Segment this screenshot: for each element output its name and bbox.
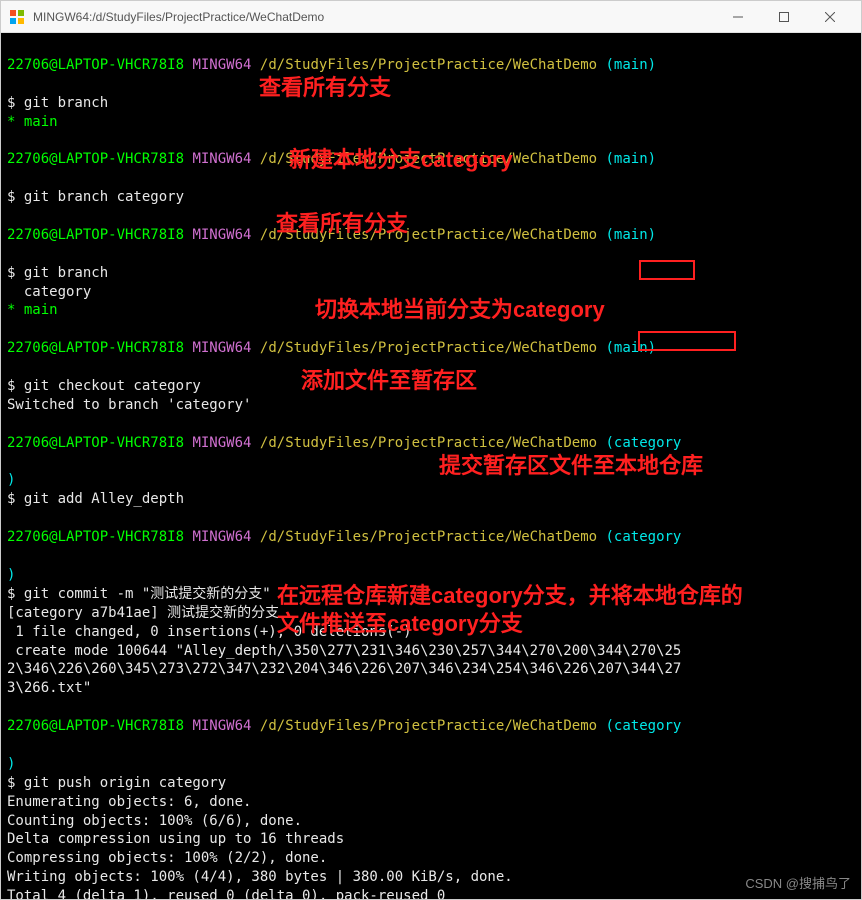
output: category: [7, 284, 91, 300]
output: ): [7, 756, 15, 772]
output: [category a7b41ae] 测试提交新的分支: [7, 605, 279, 621]
output: 3\266.txt": [7, 680, 91, 696]
terminal-window: MINGW64:/d/StudyFiles/ProjectPractice/We…: [0, 0, 862, 900]
cmd-git-commit: $ git commit -m "测试提交新的分支": [7, 586, 271, 602]
output: Enumerating objects: 6, done.: [7, 794, 251, 810]
output: Counting objects: 100% (6/6), done.: [7, 813, 302, 829]
cmd-git-add: $ git add Alley_depth: [7, 491, 184, 507]
close-button[interactable]: [807, 1, 853, 33]
output: Writing objects: 100% (4/4), 380 bytes |…: [7, 869, 513, 885]
annotation: 提交暂存区文件至本地仓库: [439, 451, 703, 481]
highlight-box: [639, 260, 695, 280]
minimize-button[interactable]: [715, 1, 761, 33]
prompt-branch: (main): [606, 151, 657, 167]
prompt-path: /d/StudyFiles/ProjectPractice/WeChatDemo: [260, 718, 597, 734]
output: * main: [7, 114, 58, 130]
prompt-env: MINGW64: [192, 57, 251, 73]
titlebar: MINGW64:/d/StudyFiles/ProjectPractice/We…: [1, 1, 861, 33]
prompt-user: 22706@LAPTOP-VHCR78I8: [7, 435, 184, 451]
annotation: 在远程仓库新建category分支，并将本地仓库的: [277, 581, 743, 611]
output: Delta compression using up to 16 threads: [7, 831, 344, 847]
prompt-user: 22706@LAPTOP-VHCR78I8: [7, 151, 184, 167]
cmd-git-branch: $ git branch: [7, 95, 108, 111]
output: ): [7, 472, 15, 488]
prompt-user: 22706@LAPTOP-VHCR78I8: [7, 227, 184, 243]
output: Total 4 (delta 1), reused 0 (delta 0), p…: [7, 888, 445, 899]
maximize-button[interactable]: [761, 1, 807, 33]
cmd-git-checkout: $ git checkout category: [7, 378, 201, 394]
prompt-user: 22706@LAPTOP-VHCR78I8: [7, 57, 184, 73]
prompt-env: MINGW64: [192, 340, 251, 356]
prompt-env: MINGW64: [192, 718, 251, 734]
output: Switched to branch 'category': [7, 397, 251, 413]
cmd-git-branch: $ git branch: [7, 265, 108, 281]
output: 1 file changed, 0 insertions(+), 0 delet…: [7, 624, 412, 640]
prompt-path: /d/StudyFiles/ProjectPractice/WeChatDemo: [260, 151, 597, 167]
prompt-path: /d/StudyFiles/ProjectPractice/WeChatDemo: [260, 227, 597, 243]
annotation: 查看所有分支: [259, 73, 391, 103]
app-icon: [9, 9, 25, 25]
prompt-path: /d/StudyFiles/ProjectPractice/WeChatDemo: [260, 435, 597, 451]
cmd-git-push: $ git push origin category: [7, 775, 226, 791]
prompt-env: MINGW64: [192, 151, 251, 167]
output: 2\346\226\260\345\273\272\347\232\204\34…: [7, 661, 681, 677]
prompt-user: 22706@LAPTOP-VHCR78I8: [7, 340, 184, 356]
prompt-branch: (category: [606, 435, 682, 451]
output: * main: [7, 302, 58, 318]
output: ): [7, 567, 15, 583]
window-controls: [715, 1, 853, 33]
cmd-git-branch-category: $ git branch category: [7, 189, 184, 205]
prompt-path: /d/StudyFiles/ProjectPractice/WeChatDemo: [260, 529, 597, 545]
window-title: MINGW64:/d/StudyFiles/ProjectPractice/We…: [33, 10, 715, 24]
watermark: CSDN @搜捕鸟了: [745, 875, 851, 893]
prompt-env: MINGW64: [192, 435, 251, 451]
prompt-branch: (main): [606, 227, 657, 243]
prompt-path: /d/StudyFiles/ProjectPractice/WeChatDemo: [260, 340, 597, 356]
output: create mode 100644 "Alley_depth/\350\277…: [7, 643, 681, 659]
output: Compressing objects: 100% (2/2), done.: [7, 850, 327, 866]
prompt-branch: (category: [606, 718, 682, 734]
prompt-path: /d/StudyFiles/ProjectPractice/WeChatDemo: [260, 57, 597, 73]
prompt-branch: (main): [606, 340, 657, 356]
prompt-branch: (category: [606, 529, 682, 545]
prompt-user: 22706@LAPTOP-VHCR78I8: [7, 529, 184, 545]
annotation: 切换本地当前分支为category: [315, 295, 605, 325]
prompt-branch: (main): [606, 57, 657, 73]
prompt-user: 22706@LAPTOP-VHCR78I8: [7, 718, 184, 734]
prompt-env: MINGW64: [192, 227, 251, 243]
terminal-body[interactable]: 22706@LAPTOP-VHCR78I8 MINGW64 /d/StudyFi…: [1, 33, 861, 899]
prompt-env: MINGW64: [192, 529, 251, 545]
annotation: 添加文件至暂存区: [301, 366, 477, 396]
